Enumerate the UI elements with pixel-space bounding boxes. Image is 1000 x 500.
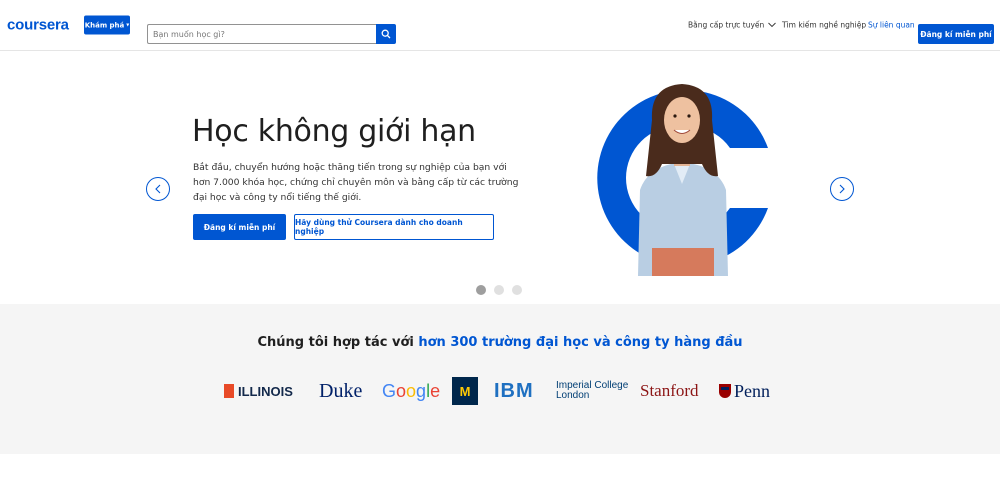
hero-title: Học không giới hạn bbox=[192, 114, 476, 149]
partners-heading-highlight[interactable]: hơn 300 trường đại học và công ty hàng đ… bbox=[418, 335, 742, 350]
illinois-logo-text: ILLINOIS bbox=[238, 383, 293, 399]
search-input[interactable] bbox=[147, 24, 376, 44]
chevron-left-icon bbox=[155, 184, 161, 194]
google-logo[interactable]: Google bbox=[382, 374, 440, 408]
signup-button[interactable]: Đăng kí miễn phí bbox=[918, 24, 994, 44]
chevron-right-icon bbox=[839, 184, 845, 194]
carousel-dot-3[interactable] bbox=[512, 285, 522, 295]
carousel-dots bbox=[476, 285, 522, 295]
explore-button[interactable]: Khám phá ▾ bbox=[84, 15, 130, 35]
try-for-business-button[interactable]: Hãy dùng thử Coursera dành cho doanh ngh… bbox=[294, 214, 494, 240]
penn-logo-text: Penn bbox=[734, 380, 770, 401]
michigan-logo[interactable]: M bbox=[452, 374, 478, 408]
hero-illustration bbox=[597, 84, 768, 276]
hero-description: Bắt đầu, chuyển hướng hoặc thăng tiến tr… bbox=[193, 162, 519, 203]
top-header: coursera Khám phá ▾ Bằng cấp trực tuyến … bbox=[0, 0, 1000, 51]
imperial-college-logo[interactable]: Imperial College London bbox=[556, 374, 628, 408]
login-link[interactable]: Sự liên quan bbox=[868, 21, 915, 30]
chevron-down-icon bbox=[768, 22, 777, 28]
partners-section: Chúng tôi hợp tác với hơn 300 trường đại… bbox=[0, 304, 1000, 454]
search-icon bbox=[381, 29, 391, 39]
duke-logo[interactable]: Duke bbox=[319, 374, 362, 408]
partner-logos: ILLINOIS Duke Google M IBM Imperial Coll… bbox=[0, 374, 1000, 408]
search-button[interactable] bbox=[376, 24, 396, 44]
carousel-dot-1[interactable] bbox=[476, 285, 486, 295]
carousel-dot-2[interactable] bbox=[494, 285, 504, 295]
partners-heading-prefix: Chúng tôi hợp tác với bbox=[257, 335, 419, 350]
nav-online-degrees[interactable]: Bằng cấp trực tuyến bbox=[688, 20, 777, 30]
hero-carousel: Học không giới hạn Bắt đầu, chuyển hướng… bbox=[0, 52, 1000, 304]
chevron-down-icon: ▾ bbox=[126, 21, 130, 29]
nav-find-career[interactable]: Tìm kiếm nghề nghiệp bbox=[782, 21, 866, 30]
coursera-logo[interactable]: coursera bbox=[7, 17, 69, 34]
penn-logo[interactable]: Penn bbox=[719, 374, 770, 408]
stanford-logo[interactable]: Stanford bbox=[640, 374, 699, 408]
imperial-line-2: London bbox=[556, 390, 590, 401]
carousel-next-button[interactable] bbox=[830, 177, 854, 201]
carousel-prev-button[interactable] bbox=[146, 177, 170, 201]
search-bar bbox=[147, 24, 396, 44]
hero-signup-button[interactable]: Đăng kí miễn phí bbox=[193, 214, 286, 240]
illinois-i-mark bbox=[224, 384, 234, 398]
penn-shield-icon bbox=[719, 384, 731, 398]
michigan-block-m: M bbox=[452, 377, 478, 405]
nav-online-degrees-label: Bằng cấp trực tuyến bbox=[688, 20, 765, 30]
partners-heading: Chúng tôi hợp tác với hơn 300 trường đại… bbox=[0, 335, 1000, 350]
explore-button-label: Khám phá bbox=[84, 21, 125, 29]
illinois-logo[interactable]: ILLINOIS bbox=[224, 374, 293, 408]
ibm-logo[interactable]: IBM bbox=[494, 374, 534, 408]
